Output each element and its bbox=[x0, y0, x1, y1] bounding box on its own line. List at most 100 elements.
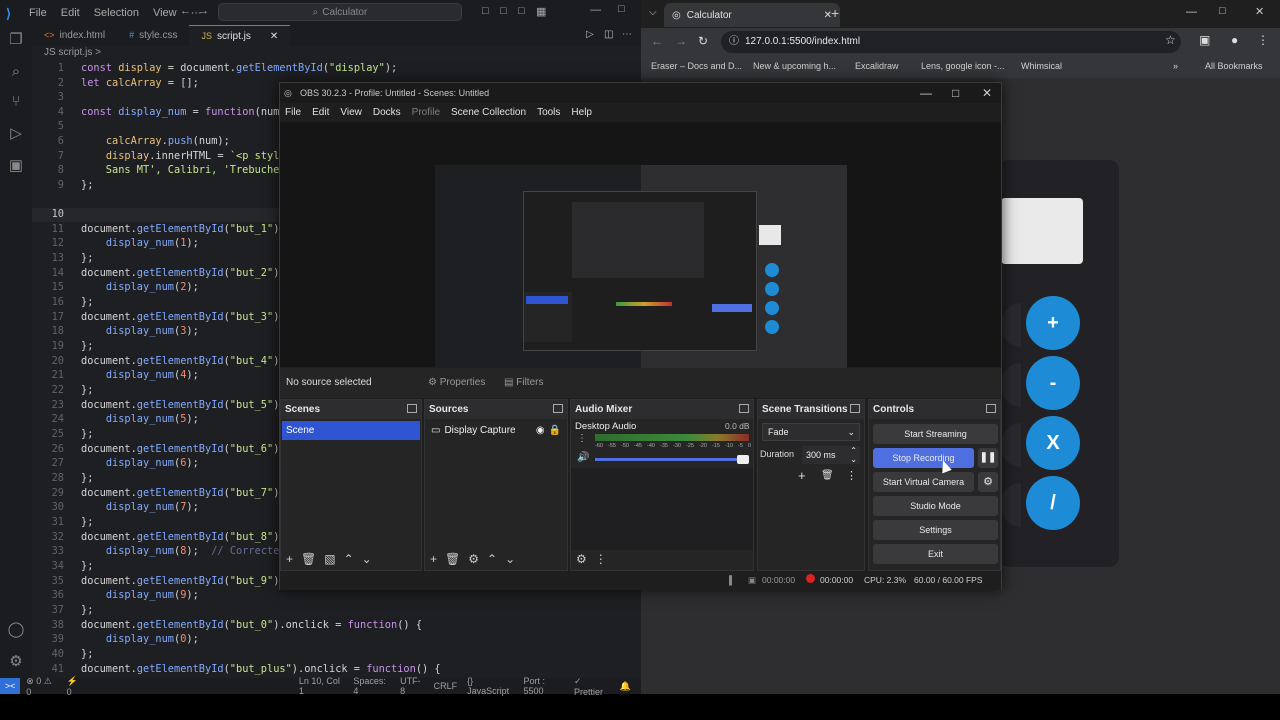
gear-icon[interactable]: ⚙ bbox=[468, 552, 479, 566]
advanced-audio-gear-icon[interactable]: ⚙ bbox=[576, 552, 587, 566]
layout-toggle-icon[interactable]: □ bbox=[482, 5, 489, 17]
menu-view[interactable]: View bbox=[153, 7, 177, 19]
trash-icon[interactable]: 🗑 bbox=[445, 552, 460, 566]
trash-icon[interactable]: 🗑 bbox=[821, 470, 834, 481]
encoding[interactable]: UTF-8 bbox=[400, 676, 423, 696]
reload-icon[interactable]: ↻ bbox=[698, 34, 708, 48]
minimize-icon[interactable]: — bbox=[1186, 6, 1197, 18]
prettier-status[interactable]: ✓ Prettier bbox=[574, 676, 610, 697]
move-up-icon[interactable]: ⌃ bbox=[344, 552, 354, 566]
volume-slider[interactable] bbox=[595, 458, 745, 461]
kebab-menu-icon[interactable]: ⋮ bbox=[577, 433, 587, 444]
obs-menu-help[interactable]: Help bbox=[571, 107, 592, 118]
split-editor-icon[interactable]: ◫ bbox=[604, 29, 613, 40]
maximize-icon[interactable]: □ bbox=[1219, 5, 1226, 17]
minimize-icon[interactable]: — bbox=[920, 83, 932, 103]
bookmark-item[interactable]: Eraser – Docs and D... bbox=[651, 61, 742, 71]
source-control-icon[interactable]: ⑂ bbox=[7, 93, 25, 111]
menu-selection[interactable]: Selection bbox=[94, 7, 139, 19]
command-center-search[interactable]: ⌕ Calculator bbox=[218, 3, 462, 21]
undock-icon[interactable] bbox=[739, 404, 749, 413]
cursor-position[interactable]: Ln 10, Col 1 bbox=[299, 676, 344, 696]
live-server-port[interactable]: Port : 5500 bbox=[524, 676, 564, 696]
pause-recording-icon[interactable]: ❚❚ bbox=[978, 448, 998, 468]
back-arrow-icon[interactable]: ← bbox=[180, 5, 191, 17]
all-bookmarks[interactable]: All Bookmarks bbox=[1205, 61, 1263, 71]
undock-icon[interactable] bbox=[850, 404, 860, 413]
exit-button[interactable]: Exit bbox=[873, 544, 998, 564]
menu-icon[interactable]: ⋮ bbox=[1257, 33, 1269, 47]
obs-menu-profile[interactable]: Profile bbox=[412, 107, 440, 118]
run-icon[interactable]: ▷ bbox=[586, 29, 594, 40]
close-icon[interactable]: ✕ bbox=[982, 83, 992, 103]
minus-button[interactable]: - bbox=[1026, 356, 1080, 410]
panel-toggle-icon[interactable]: □ bbox=[500, 5, 507, 17]
run-debug-icon[interactable]: ▷ bbox=[7, 125, 25, 143]
more-bookmarks-icon[interactable]: » bbox=[1173, 61, 1178, 71]
address-bar[interactable]: ⓘ 127.0.0.1:5500/index.html bbox=[721, 31, 1181, 53]
minimize-icon[interactable]: — bbox=[590, 4, 601, 16]
move-down-icon[interactable]: ⌄ bbox=[362, 552, 372, 566]
menu-file[interactable]: File bbox=[29, 7, 47, 19]
tab-search-icon[interactable]: ⌵ bbox=[649, 7, 657, 18]
tab-style-css[interactable]: # style.css bbox=[117, 25, 189, 46]
add-icon[interactable]: + bbox=[430, 552, 437, 566]
maximize-icon[interactable]: □ bbox=[618, 3, 625, 15]
mixer-menu-icon[interactable]: ⋮ bbox=[595, 552, 607, 566]
browser-tab-calculator[interactable]: ◎ Calculator ✕ bbox=[664, 3, 840, 27]
close-window-icon[interactable]: ✕ bbox=[1255, 5, 1264, 18]
multiply-button[interactable]: X bbox=[1026, 416, 1080, 470]
obs-menu-view[interactable]: View bbox=[340, 107, 362, 118]
filters-icon[interactable]: ▧ bbox=[324, 552, 335, 566]
bookmark-star-icon[interactable]: ☆ bbox=[1165, 33, 1176, 47]
lock-icon[interactable]: 🔒 bbox=[549, 421, 561, 440]
properties-button[interactable]: ⚙ Properties bbox=[428, 377, 485, 388]
new-tab-icon[interactable]: + bbox=[831, 5, 839, 21]
plus-button[interactable]: + bbox=[1026, 296, 1080, 350]
extensions-icon[interactable]: ▣ bbox=[7, 157, 25, 175]
transition-menu-icon[interactable]: ⋮ bbox=[846, 469, 857, 482]
add-transition-icon[interactable]: + bbox=[798, 468, 806, 483]
trash-icon[interactable]: 🗑 bbox=[301, 552, 316, 566]
obs-menu-file[interactable]: File bbox=[285, 107, 301, 118]
bookmark-item[interactable]: Excalidraw bbox=[855, 61, 899, 71]
obs-menu-edit[interactable]: Edit bbox=[312, 107, 329, 118]
volume-slider-handle[interactable] bbox=[737, 455, 749, 464]
duration-spinbox[interactable]: 300 ms ⌃ ⌄ bbox=[802, 446, 860, 464]
indentation[interactable]: Spaces: 4 bbox=[353, 676, 390, 696]
add-icon[interactable]: + bbox=[286, 552, 293, 566]
secondary-sidebar-icon[interactable]: □ bbox=[518, 5, 525, 17]
bookmark-item[interactable]: Lens, google icon -... bbox=[921, 61, 1005, 71]
source-item[interactable]: ▭ Display Capture ◉ 🔒 bbox=[427, 421, 565, 440]
tab-index-html[interactable]: <> index.html bbox=[32, 25, 117, 46]
profile-avatar[interactable]: ● bbox=[1231, 33, 1238, 47]
problems-indicator[interactable]: ⊗ 0 ⚠ 0 bbox=[26, 676, 56, 697]
forward-arrow-icon[interactable]: → bbox=[198, 5, 209, 17]
ports-indicator[interactable]: ⚡ 0 bbox=[67, 676, 84, 697]
maximize-icon[interactable]: □ bbox=[952, 83, 959, 103]
preview-canvas[interactable] bbox=[435, 165, 847, 397]
more-actions-icon[interactable]: ⋯ bbox=[622, 29, 632, 40]
close-icon[interactable]: ✕ bbox=[270, 26, 278, 47]
account-icon[interactable]: ◯ bbox=[7, 621, 25, 639]
language-mode[interactable]: {} JavaScript bbox=[467, 676, 513, 696]
move-down-icon[interactable]: ⌄ bbox=[505, 552, 515, 566]
forward-icon[interactable]: → bbox=[675, 34, 687, 48]
studio-mode-button[interactable]: Studio Mode bbox=[873, 496, 998, 516]
divide-button[interactable]: / bbox=[1026, 476, 1080, 530]
undock-icon[interactable] bbox=[986, 404, 996, 413]
explorer-icon[interactable]: ❐ bbox=[7, 31, 25, 49]
visibility-eye-icon[interactable]: ◉ bbox=[536, 421, 545, 440]
bookmark-item[interactable]: New & upcoming h... bbox=[753, 61, 836, 71]
obs-menu-docks[interactable]: Docks bbox=[373, 107, 401, 118]
customize-layout-icon[interactable]: ▦ bbox=[536, 5, 546, 18]
tab-script-js[interactable]: JS script.js ✕ bbox=[189, 25, 291, 47]
site-info-icon[interactable]: ⓘ bbox=[729, 31, 739, 53]
line-ending[interactable]: CRLF bbox=[434, 681, 458, 691]
notifications-bell-icon[interactable]: 🔔 bbox=[620, 681, 631, 692]
undock-icon[interactable] bbox=[407, 404, 417, 413]
settings-gear-icon[interactable]: ⚙ bbox=[7, 653, 25, 671]
start-streaming-button[interactable]: Start Streaming bbox=[873, 424, 998, 444]
extensions-icon[interactable]: ▣ bbox=[1199, 33, 1210, 47]
scene-item-selected[interactable]: Scene bbox=[282, 421, 420, 440]
